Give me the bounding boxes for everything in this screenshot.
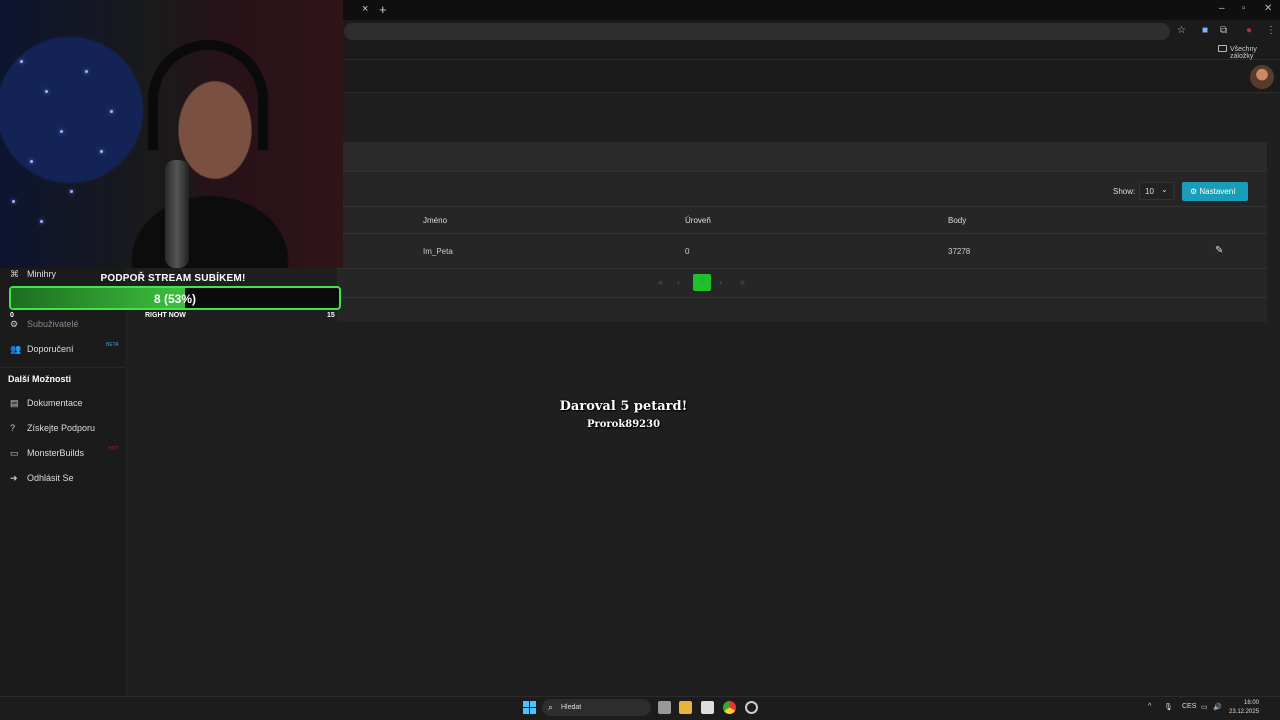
book-icon: ▤ [10,398,19,408]
card-header [337,142,1267,172]
minimize-icon[interactable]: – [1219,3,1225,14]
settings-button[interactable]: ⚙ Nastavení [1182,182,1248,201]
page-button-current[interactable]: 1 [693,274,711,291]
tray-chevron-icon[interactable]: ^ [1148,703,1151,710]
extension-icon[interactable]: ■ [1202,25,1208,36]
search-icon: ⌕ [548,702,554,712]
new-tab-button[interactable]: + [379,2,387,17]
microphone [165,160,189,268]
sidebar-item-docs[interactable]: ▤ Dokumentace [10,398,83,409]
headphones [148,40,268,150]
settings-button-label: Nastavení [1199,187,1236,196]
sidebar-item-logout[interactable]: ➜ Odhlásit Se [10,473,74,484]
folder-icon [1218,45,1227,52]
clock-date[interactable]: 23.12.2025 [1229,709,1259,715]
avatar[interactable] [1250,65,1274,89]
task-view-icon[interactable] [658,701,671,714]
sidebar-item-label: MonsterBuilds [27,448,85,458]
network-icon[interactable]: ▭ [1201,703,1208,711]
users-cog-icon: ⚙ [10,319,19,329]
language-indicator[interactable]: CES [1182,703,1196,710]
column-header-level[interactable]: Úroveň [685,216,711,225]
close-tab-button[interactable]: × [362,3,368,15]
webcam-overlay [0,0,343,268]
hot-badge: HOT [108,446,119,452]
star-icon[interactable]: ☆ [1177,25,1186,36]
beta-badge: BETA [106,342,119,348]
sidebar-section-title: Další Možnosti [8,374,72,384]
page-size-value: 10 [1145,187,1154,196]
goal-start: 0 [10,312,14,319]
clock-time[interactable]: 16:00 [1244,700,1259,706]
next-page-icon[interactable]: › [719,277,722,287]
last-page-icon[interactable]: » [740,277,745,287]
sidebar-item-monsterbuilds[interactable]: ▭ MonsterBuilds [10,448,84,459]
divider [337,206,1267,207]
table-cell-level: 0 [685,247,690,256]
profile-icon[interactable]: ● [1246,25,1252,36]
volume-icon[interactable]: 🔊 [1213,703,1222,711]
goal-title: PODPOŘ STREAM SUBÍKEM! [100,273,246,284]
close-window-icon[interactable]: ✕ [1264,3,1272,14]
restore-icon[interactable]: ▫ [1242,3,1246,14]
users-icon: 👥 [10,344,22,354]
divider [337,233,1267,234]
column-header-points[interactable]: Body [948,216,966,225]
address-bar[interactable] [344,23,1170,40]
chrome-icon[interactable] [723,701,736,714]
taskbar-search-placeholder: Hledat [561,704,582,711]
windows-start-icon[interactable] [523,701,536,714]
donation-alert-title: Daroval 5 petard! [559,399,688,414]
gears-icon: ⚙ [1190,187,1198,196]
goal-label: RIGHT NOW [145,312,186,319]
sidebar-item-label: Odhlásit Se [27,473,74,483]
sidebar-item-label: Subuživatelé [27,319,79,329]
taskbar-search[interactable] [542,699,651,716]
microphone-icon[interactable]: 🎙 [1164,703,1173,711]
sidebar-item-support[interactable]: ? Získejte Podporu [10,423,95,433]
file-explorer-icon[interactable] [679,701,692,714]
table-cell-points: 37278 [948,247,971,256]
sidebar-item-label: Dokumentace [27,398,83,408]
store-icon[interactable] [701,701,714,714]
pencil-icon[interactable]: ✎ [1215,245,1223,256]
divider [337,297,1267,298]
goal-target: 15 [327,312,335,319]
sidebar-item-label: Doporučení [27,344,74,354]
first-page-icon[interactable]: « [658,277,663,287]
logout-icon: ➜ [10,473,18,483]
sidebar-item-referrals[interactable]: 👥 Doporučení [10,344,74,355]
divider [337,268,1267,269]
sidebar-item-subusers[interactable]: ⚙ Subuživatelé [10,319,79,330]
page-size-select[interactable]: 10 [1139,182,1174,200]
menu-dots-icon[interactable]: ⋮ [1266,25,1276,36]
laptop-icon: ▭ [10,448,19,458]
app-icon[interactable] [745,701,758,714]
goal-value: 8 (53%) [153,292,197,306]
sidebar-item-label: Získejte Podporu [27,423,96,433]
puzzle-icon[interactable]: ⧉ [1220,25,1227,36]
chevron-down-icon: ⌄ [1161,185,1168,194]
prev-page-icon[interactable]: ‹ [677,277,680,287]
show-label: Show: [1113,187,1136,196]
all-bookmarks-link[interactable]: Všechny záložky [1230,46,1280,60]
question-icon: ? [10,423,16,433]
donation-alert-user: Prorok89230 [586,419,661,430]
column-header-name[interactable]: Jméno [423,216,447,225]
table-cell-name: Im_Peta [423,247,453,256]
